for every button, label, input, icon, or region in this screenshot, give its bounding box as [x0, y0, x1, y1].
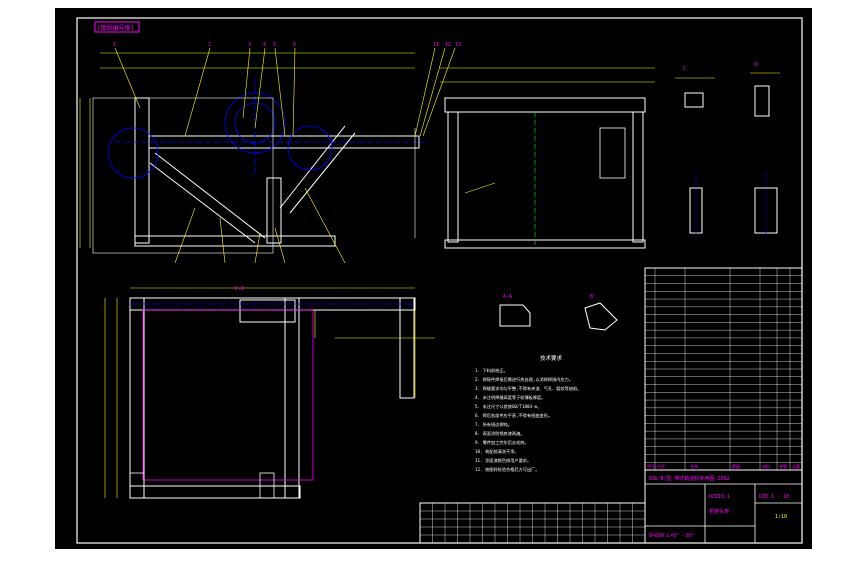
profile-details: A-A B: [499, 294, 618, 331]
label-section-a: A-A: [503, 294, 512, 300]
callout-12: 12: [445, 42, 451, 48]
callout-5: 5: [273, 42, 276, 48]
detail-sections: C D: [675, 62, 780, 238]
title-part-name: 机架头架: [709, 508, 729, 515]
bom-header-cell: 名称: [690, 463, 698, 469]
tech-req-line: 11. 涂面漆颜色按用户要求。: [475, 457, 531, 464]
title-scale: 1:10: [775, 514, 787, 520]
technical-requirements: 技术要求 1. 下料前校正。 2. 焊接件焊接后需进行热处理,以消除焊接内应力。…: [475, 354, 581, 473]
callout-13: 13: [455, 42, 461, 48]
bom-header-cell: 序号: [647, 463, 655, 469]
callout-6: 6: [293, 42, 296, 48]
tech-req-line: 12. 按图样检验合格后方可出厂。: [475, 466, 540, 473]
callout-4: 4: [263, 42, 266, 48]
label-section-e: E-E: [235, 286, 244, 292]
tech-req-line: 5. 未注尺寸公差按GB/T1804-m。: [475, 403, 541, 410]
tech-req-title: 技术要求: [540, 354, 563, 362]
label-view-c: C: [683, 66, 686, 72]
drawing-number-tab-label: [图纸编号框]: [97, 24, 134, 32]
title-material-note: B=800 L=8° -30°: [649, 533, 694, 539]
bom-header-cell: 总重: [792, 463, 800, 469]
tech-req-line: 6. 焊后各部件应平直,不得有扭曲变形。: [475, 412, 552, 419]
tech-req-line: 2. 焊接件焊接后需进行热处理,以消除焊接内应力。: [475, 376, 573, 383]
side-view: [440, 67, 655, 249]
bom-header-cell: 单重: [779, 463, 787, 469]
bill-of-materials: 序号 代号 名称 数量 材料 单重 总重: [644, 267, 803, 471]
label-view-d: D: [755, 62, 758, 68]
tech-req-line: 1. 下料前校正。: [475, 367, 508, 374]
tech-req-line: 10. 装配前清洗干净。: [475, 448, 519, 455]
plan-view: E-E: [104, 286, 435, 499]
bom-header-cell: 代号: [657, 463, 665, 469]
title-project: DZⅡ(B)型 带式输送机专用图-2002: [649, 475, 730, 482]
tech-req-line: 3. 焊缝要求均匀平整,不得有夹渣、气孔、裂纹等缺陷。: [475, 385, 581, 392]
title-block: DZⅡ(B)型 带式输送机专用图-2002 DZII0.1 机架头架 DZ0.1…: [644, 469, 803, 544]
callout-11: 11: [433, 42, 439, 48]
bom-header-cell: 数量: [732, 463, 740, 469]
revision-table: [419, 502, 646, 544]
title-drawing-no: DZII0.1: [709, 494, 730, 500]
tech-req-line: 9. 零件加工完毕后去毛刺。: [475, 439, 529, 446]
tech-req-line: 7. 所有锐边倒钝。: [475, 421, 512, 428]
tech-req-line: 8. 表面涂防锈底漆两遍。: [475, 430, 524, 437]
front-view: 1 2 3 4 5 6 11 12 13: [79, 42, 461, 264]
callout-3: 3: [248, 42, 251, 48]
tech-req-line: 4. 未注明焊缝高度等于较薄板厚度。: [475, 394, 545, 401]
label-detail-b: B: [590, 294, 593, 300]
cad-viewer: [图纸编号框] 1 2 3 4 5 6 11 12 13 C D E-E A-A…: [0, 0, 867, 562]
callout-1: 1: [113, 42, 116, 48]
bom-header-cell: 材料: [762, 463, 770, 469]
drawing-viewport[interactable]: [图纸编号框] 1 2 3 4 5 6 11 12 13 C D E-E A-A…: [55, 8, 812, 549]
title-code: DZ0.1 - 10: [759, 494, 789, 500]
callout-2: 2: [208, 42, 211, 48]
